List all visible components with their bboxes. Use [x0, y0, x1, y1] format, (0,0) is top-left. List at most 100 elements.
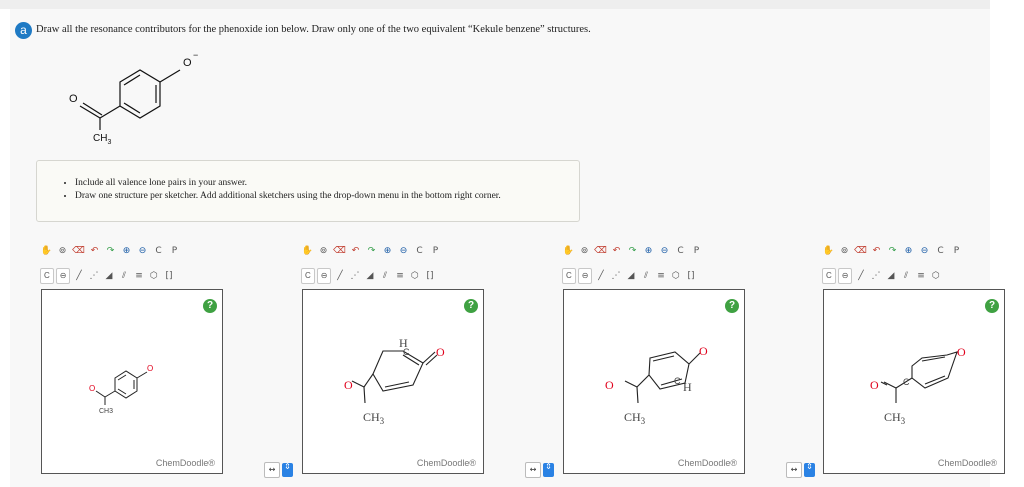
element-select[interactable]: C [822, 268, 836, 284]
copy-button[interactable]: C [152, 245, 165, 258]
bracket-icon[interactable]: [] [423, 270, 436, 283]
paste-button[interactable]: P [950, 245, 963, 258]
ring-select-icon[interactable]: ⬡ [929, 270, 942, 283]
updown-icon[interactable]: ⇕ [282, 463, 293, 477]
sketcher-switcher-1: ↔ ⇕ [264, 462, 293, 478]
toolbar-row-1: ✋ ⊚ ⌫ ↶ ↷ ⊕ ⊖ C P [301, 242, 442, 260]
triple-bond-icon[interactable]: ≡ [914, 270, 927, 283]
single-bond-icon[interactable]: ╱ [333, 270, 346, 283]
double-bond-icon[interactable]: ⫽ [899, 270, 912, 283]
swap-arrows-icon[interactable]: ↔ [525, 462, 541, 478]
charge-select[interactable]: ⊖ [316, 268, 332, 284]
toolbar-row-1: ✋ ⊚ ⌫ ↶ ↷ ⊕ ⊖ C P [822, 242, 963, 260]
carbonyl-oxygen-label: O [344, 378, 353, 392]
updown-icon[interactable]: ⇕ [804, 463, 815, 477]
methyl-label: CH3 [624, 410, 646, 426]
methyl-label: CH3 [884, 410, 906, 426]
hand-icon[interactable]: ✋ [40, 245, 53, 258]
undo-icon[interactable]: ↶ [88, 245, 101, 258]
paste-button[interactable]: P [690, 245, 703, 258]
copy-button[interactable]: C [934, 245, 947, 258]
chemdoodle-brand: ChemDoodle® [677, 458, 737, 468]
charge-select[interactable]: ⊖ [837, 268, 853, 284]
undo-icon[interactable]: ↶ [610, 245, 623, 258]
eraser-icon[interactable]: ⌫ [854, 245, 867, 258]
drawn-molecule: H C O O CH3 [344, 336, 445, 426]
redo-icon[interactable]: ↷ [365, 245, 378, 258]
charge-select[interactable]: ⊖ [55, 268, 71, 284]
ring-select-icon[interactable]: ⬡ [147, 270, 160, 283]
lasso-icon[interactable]: ⊚ [317, 245, 330, 258]
sketch-canvas[interactable]: ? O C O CH3 ChemDoodle® [823, 289, 1005, 474]
double-bond-icon[interactable]: ⫽ [117, 270, 130, 283]
zoom-out-icon[interactable]: ⊖ [918, 245, 931, 258]
hand-icon[interactable]: ✋ [301, 245, 314, 258]
eraser-icon[interactable]: ⌫ [72, 245, 85, 258]
sketch-canvas[interactable]: ? O C H O CH3 ChemDoodle® [563, 289, 745, 474]
sketch-canvas[interactable]: ? H C O O CH3 ChemDoodle® [302, 289, 484, 474]
dashed-bond-icon[interactable]: ⋰ [869, 270, 882, 283]
paste-button[interactable]: P [429, 245, 442, 258]
single-bond-icon[interactable]: ╱ [72, 270, 85, 283]
ring-select-icon[interactable]: ⬡ [408, 270, 421, 283]
zoom-out-icon[interactable]: ⊖ [136, 245, 149, 258]
redo-icon[interactable]: ↷ [886, 245, 899, 258]
element-select[interactable]: C [40, 268, 54, 284]
wedge-bond-icon[interactable]: ◢ [884, 270, 897, 283]
lasso-icon[interactable]: ⊚ [56, 245, 69, 258]
triple-bond-icon[interactable]: ≡ [132, 270, 145, 283]
updown-icon[interactable]: ⇕ [543, 463, 554, 477]
question-badge: a [15, 22, 32, 39]
swap-arrows-icon[interactable]: ↔ [786, 462, 802, 478]
top-bar [0, 0, 990, 9]
redo-icon[interactable]: ↷ [104, 245, 117, 258]
dashed-bond-icon[interactable]: ⋰ [609, 270, 622, 283]
wedge-bond-icon[interactable]: ◢ [363, 270, 376, 283]
lasso-icon[interactable]: ⊚ [578, 245, 591, 258]
triple-bond-icon[interactable]: ≡ [393, 270, 406, 283]
zoom-in-icon[interactable]: ⊕ [120, 245, 133, 258]
ring-c-label: C [903, 377, 910, 387]
hand-icon[interactable]: ✋ [562, 245, 575, 258]
lasso-icon[interactable]: ⊚ [838, 245, 851, 258]
copy-button[interactable]: C [413, 245, 426, 258]
single-bond-icon[interactable]: ╱ [854, 270, 867, 283]
redo-icon[interactable]: ↷ [626, 245, 639, 258]
undo-icon[interactable]: ↶ [349, 245, 362, 258]
double-bond-icon[interactable]: ⫽ [639, 270, 652, 283]
element-select[interactable]: C [562, 268, 576, 284]
swap-arrows-icon[interactable]: ↔ [264, 462, 280, 478]
sketch-canvas[interactable]: ? O O CH3 ChemDoodle® [41, 289, 223, 474]
wedge-bond-icon[interactable]: ◢ [102, 270, 115, 283]
zoom-out-icon[interactable]: ⊖ [658, 245, 671, 258]
bracket-icon[interactable]: [] [684, 270, 697, 283]
dashed-bond-icon[interactable]: ⋰ [87, 270, 100, 283]
ring-select-icon[interactable]: ⬡ [669, 270, 682, 283]
sketcher-2: ✋ ⊚ ⌫ ↶ ↷ ⊕ ⊖ C P C ⊖ ╱ ⋰ ◢ ⫽ ≡ ⬡ [] ? H… [301, 238, 501, 478]
toolbar-row-1: ✋ ⊚ ⌫ ↶ ↷ ⊕ ⊖ C P [40, 242, 181, 260]
copy-button[interactable]: C [674, 245, 687, 258]
zoom-out-icon[interactable]: ⊖ [397, 245, 410, 258]
dashed-bond-icon[interactable]: ⋰ [348, 270, 361, 283]
oxygen-label: O [699, 344, 708, 358]
paste-button[interactable]: P [168, 245, 181, 258]
undo-icon[interactable]: ↶ [870, 245, 883, 258]
zoom-in-icon[interactable]: ⊕ [642, 245, 655, 258]
element-select[interactable]: C [301, 268, 315, 284]
chemdoodle-brand: ChemDoodle® [937, 458, 997, 468]
charge-select[interactable]: ⊖ [577, 268, 593, 284]
single-bond-icon[interactable]: ╱ [594, 270, 607, 283]
bracket-icon[interactable]: [] [162, 270, 175, 283]
sketcher-4: ✋ ⊚ ⌫ ↶ ↷ ⊕ ⊖ C P C ⊖ ╱ ⋰ ◢ ⫽ ≡ ⬡ ? O C … [822, 238, 1022, 478]
eraser-icon[interactable]: ⌫ [594, 245, 607, 258]
drawn-molecule: O C H O CH3 [605, 344, 708, 426]
double-bond-icon[interactable]: ⫽ [378, 270, 391, 283]
zoom-in-icon[interactable]: ⊕ [381, 245, 394, 258]
eraser-icon[interactable]: ⌫ [333, 245, 346, 258]
triple-bond-icon[interactable]: ≡ [654, 270, 667, 283]
hand-icon[interactable]: ✋ [822, 245, 835, 258]
zoom-in-icon[interactable]: ⊕ [902, 245, 915, 258]
wedge-bond-icon[interactable]: ◢ [624, 270, 637, 283]
carbonyl-oxygen-label: O [605, 378, 614, 392]
oxygen-label: O [147, 364, 153, 373]
